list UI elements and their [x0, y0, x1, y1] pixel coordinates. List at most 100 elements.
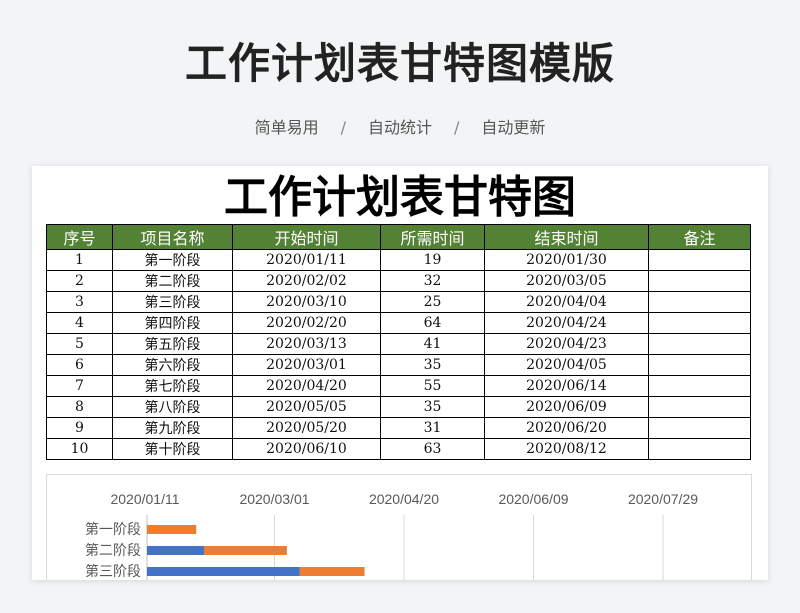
table-row: 10 第十阶段 2020/06/10 63 2020/08/12	[46, 438, 751, 460]
cell-index: 1	[46, 249, 113, 271]
cell-index: 4	[46, 312, 113, 334]
cell-name: 第十阶段	[112, 438, 233, 460]
table-row: 3 第三阶段 2020/03/10 25 2020/04/04	[46, 291, 751, 313]
cell-name: 第六阶段	[112, 354, 233, 376]
cell-end: 2020/04/05	[484, 354, 649, 376]
cell-end: 2020/06/20	[484, 417, 649, 439]
cell-index: 6	[46, 354, 113, 376]
cell-index: 10	[46, 438, 113, 460]
category-label: 第二阶段	[85, 542, 141, 559]
cell-end: 2020/08/12	[484, 438, 649, 460]
cell-note	[648, 249, 751, 271]
cell-note	[648, 270, 751, 292]
col-header-note: 备注	[648, 224, 751, 250]
cell-duration: 35	[380, 396, 485, 418]
cell-name: 第八阶段	[112, 396, 233, 418]
table-row: 8 第八阶段 2020/05/05 35 2020/06/09	[46, 396, 751, 418]
table-row: 1 第一阶段 2020/01/11 19 2020/01/30	[46, 249, 751, 271]
cell-index: 8	[46, 396, 113, 418]
tag-auto-update: 自动更新	[481, 118, 546, 137]
table-row: 6 第六阶段 2020/03/01 35 2020/04/05	[46, 354, 751, 376]
cell-note	[648, 312, 751, 334]
subtitle-tags: 简单易用 / 自动统计 / 自动更新	[0, 114, 800, 138]
start-bar	[147, 567, 300, 576]
tag-auto-stat: 自动统计	[367, 118, 432, 137]
col-header-name: 项目名称	[112, 224, 233, 250]
plan-table: 序号 项目名称 开始时间 所需时间 结束时间 备注 1 第一阶段 2020/01/1…	[46, 224, 751, 460]
cell-index: 5	[46, 333, 113, 355]
cell-note	[648, 438, 751, 460]
start-bar	[147, 546, 204, 555]
cell-name: 第五阶段	[112, 333, 233, 355]
sheet-title: 工作计划表甘特图	[224, 172, 576, 223]
gantt-chart: 2020/01/11 2020/03/01 2020/04/20 2020/06/09…	[46, 474, 752, 580]
cell-name: 第九阶段	[112, 417, 233, 439]
table-row: 2 第二阶段 2020/02/02 32 2020/03/05	[46, 270, 751, 292]
cell-duration: 41	[380, 333, 485, 355]
cell-start: 2020/02/02	[232, 270, 381, 292]
cell-start: 2020/03/13	[232, 333, 381, 355]
col-header-start: 开始时间	[232, 224, 381, 250]
duration-bar	[299, 567, 365, 576]
cell-start: 2020/06/10	[232, 438, 381, 460]
x-tick-label: 2020/04/20	[369, 491, 439, 507]
cell-index: 9	[46, 417, 113, 439]
cell-duration: 55	[380, 375, 485, 397]
category-label: 第一阶段	[85, 521, 141, 538]
col-header-end: 结束时间	[484, 224, 649, 250]
cell-start: 2020/05/20	[232, 417, 381, 439]
x-tick-label: 2020/01/11	[110, 491, 179, 507]
col-header-duration: 所需时间	[380, 224, 485, 250]
table-row: 9 第九阶段 2020/05/20 31 2020/06/20	[46, 417, 751, 439]
cell-note	[648, 375, 751, 397]
cell-end: 2020/03/05	[484, 270, 649, 292]
cell-end: 2020/04/24	[484, 312, 649, 334]
cell-end: 2020/04/23	[484, 333, 649, 355]
cell-end: 2020/06/14	[484, 375, 649, 397]
table-row: 5 第五阶段 2020/03/13 41 2020/04/23	[46, 333, 751, 355]
cell-name: 第七阶段	[112, 375, 233, 397]
cell-start: 2020/03/10	[232, 291, 381, 313]
cell-note	[648, 396, 751, 418]
cell-duration: 31	[380, 417, 485, 439]
cell-start: 2020/05/05	[232, 396, 381, 418]
duration-bar	[203, 546, 287, 555]
cell-duration: 25	[380, 291, 485, 313]
tag-easy: 简单易用	[254, 118, 319, 137]
cell-name: 第四阶段	[112, 312, 233, 334]
cell-note	[648, 354, 751, 376]
cell-name: 第一阶段	[112, 249, 233, 271]
cell-note	[648, 291, 751, 313]
tag-separator: /	[454, 118, 460, 137]
cell-start: 2020/02/20	[232, 312, 381, 334]
gantt-svg: 2020/01/11 2020/03/01 2020/04/20 2020/06/09…	[85, 491, 698, 580]
x-tick-label: 2020/07/29	[628, 491, 698, 507]
cell-end: 2020/01/30	[484, 249, 649, 271]
cell-duration: 63	[380, 438, 485, 460]
table-header-row: 序号 项目名称 开始时间 所需时间 结束时间 备注	[46, 224, 751, 250]
cell-duration: 19	[380, 249, 485, 271]
cell-duration: 32	[380, 270, 485, 292]
cell-index: 3	[46, 291, 113, 313]
cell-end: 2020/06/09	[484, 396, 649, 418]
cell-start: 2020/04/20	[232, 375, 381, 397]
category-label: 第三阶段	[85, 563, 141, 580]
page-title: 工作计划表甘特图模版	[184, 39, 615, 88]
cell-name: 第二阶段	[112, 270, 233, 292]
cell-index: 2	[46, 270, 113, 292]
cell-note	[648, 333, 751, 355]
cell-start: 2020/03/01	[232, 354, 381, 376]
cell-duration: 35	[380, 354, 485, 376]
spreadsheet-preview: 工作计划表甘特图 序号 项目名称 开始时间 所需时间 结束时间 备注 1 第一阶段…	[32, 166, 768, 580]
cell-note	[648, 417, 751, 439]
cell-duration: 64	[380, 312, 485, 334]
col-header-index: 序号	[46, 224, 113, 250]
table-row: 7 第七阶段 2020/04/20 55 2020/06/14	[46, 375, 751, 397]
x-tick-label: 2020/06/09	[498, 491, 568, 507]
cell-index: 7	[46, 375, 113, 397]
table-row: 4 第四阶段 2020/02/20 64 2020/04/24	[46, 312, 751, 334]
cell-start: 2020/01/11	[232, 249, 381, 271]
cell-end: 2020/04/04	[484, 291, 649, 313]
cell-name: 第三阶段	[112, 291, 233, 313]
tag-separator: /	[340, 118, 346, 137]
